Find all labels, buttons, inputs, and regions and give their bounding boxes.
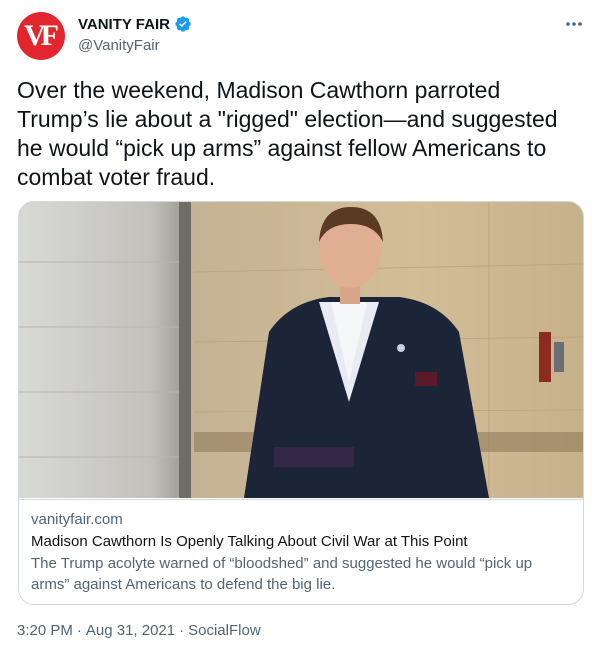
tweet-text: Over the weekend, Madison Cawthorn parro… <box>17 77 558 190</box>
tweet-source[interactable]: SocialFlow <box>188 622 261 639</box>
card-title: Madison Cawthorn Is Openly Talking About… <box>31 533 468 550</box>
separator: · <box>179 622 185 639</box>
card-meta[interactable]: vanityfair.com Madison Cawthorn Is Openl… <box>19 499 583 604</box>
handle[interactable]: @VanityFair <box>78 37 192 54</box>
more-horizontal-icon[interactable] <box>562 12 586 36</box>
verified-badge-icon <box>174 15 192 33</box>
display-name[interactable]: VANITY FAIR <box>78 16 170 33</box>
tweet-metadata: 3:20 PM · Aug 31, 2021 · SocialFlow <box>17 622 261 639</box>
avatar-logo-text: VF <box>24 19 59 52</box>
card-image[interactable] <box>19 202 583 498</box>
card-description: The Trump acolyte warned of “bloodshed” … <box>31 555 533 593</box>
author-names: VANITY FAIR @VanityFair <box>78 14 192 54</box>
display-name-row: VANITY FAIR <box>78 14 192 34</box>
separator: · <box>76 622 82 639</box>
avatar[interactable]: VF <box>17 12 65 60</box>
tweet-time[interactable]: 3:20 PM <box>17 622 73 639</box>
link-card[interactable]: vanityfair.com Madison Cawthorn Is Openl… <box>18 201 584 605</box>
tweet-date[interactable]: Aug 31, 2021 <box>86 622 175 639</box>
card-domain: vanityfair.com <box>31 511 123 528</box>
